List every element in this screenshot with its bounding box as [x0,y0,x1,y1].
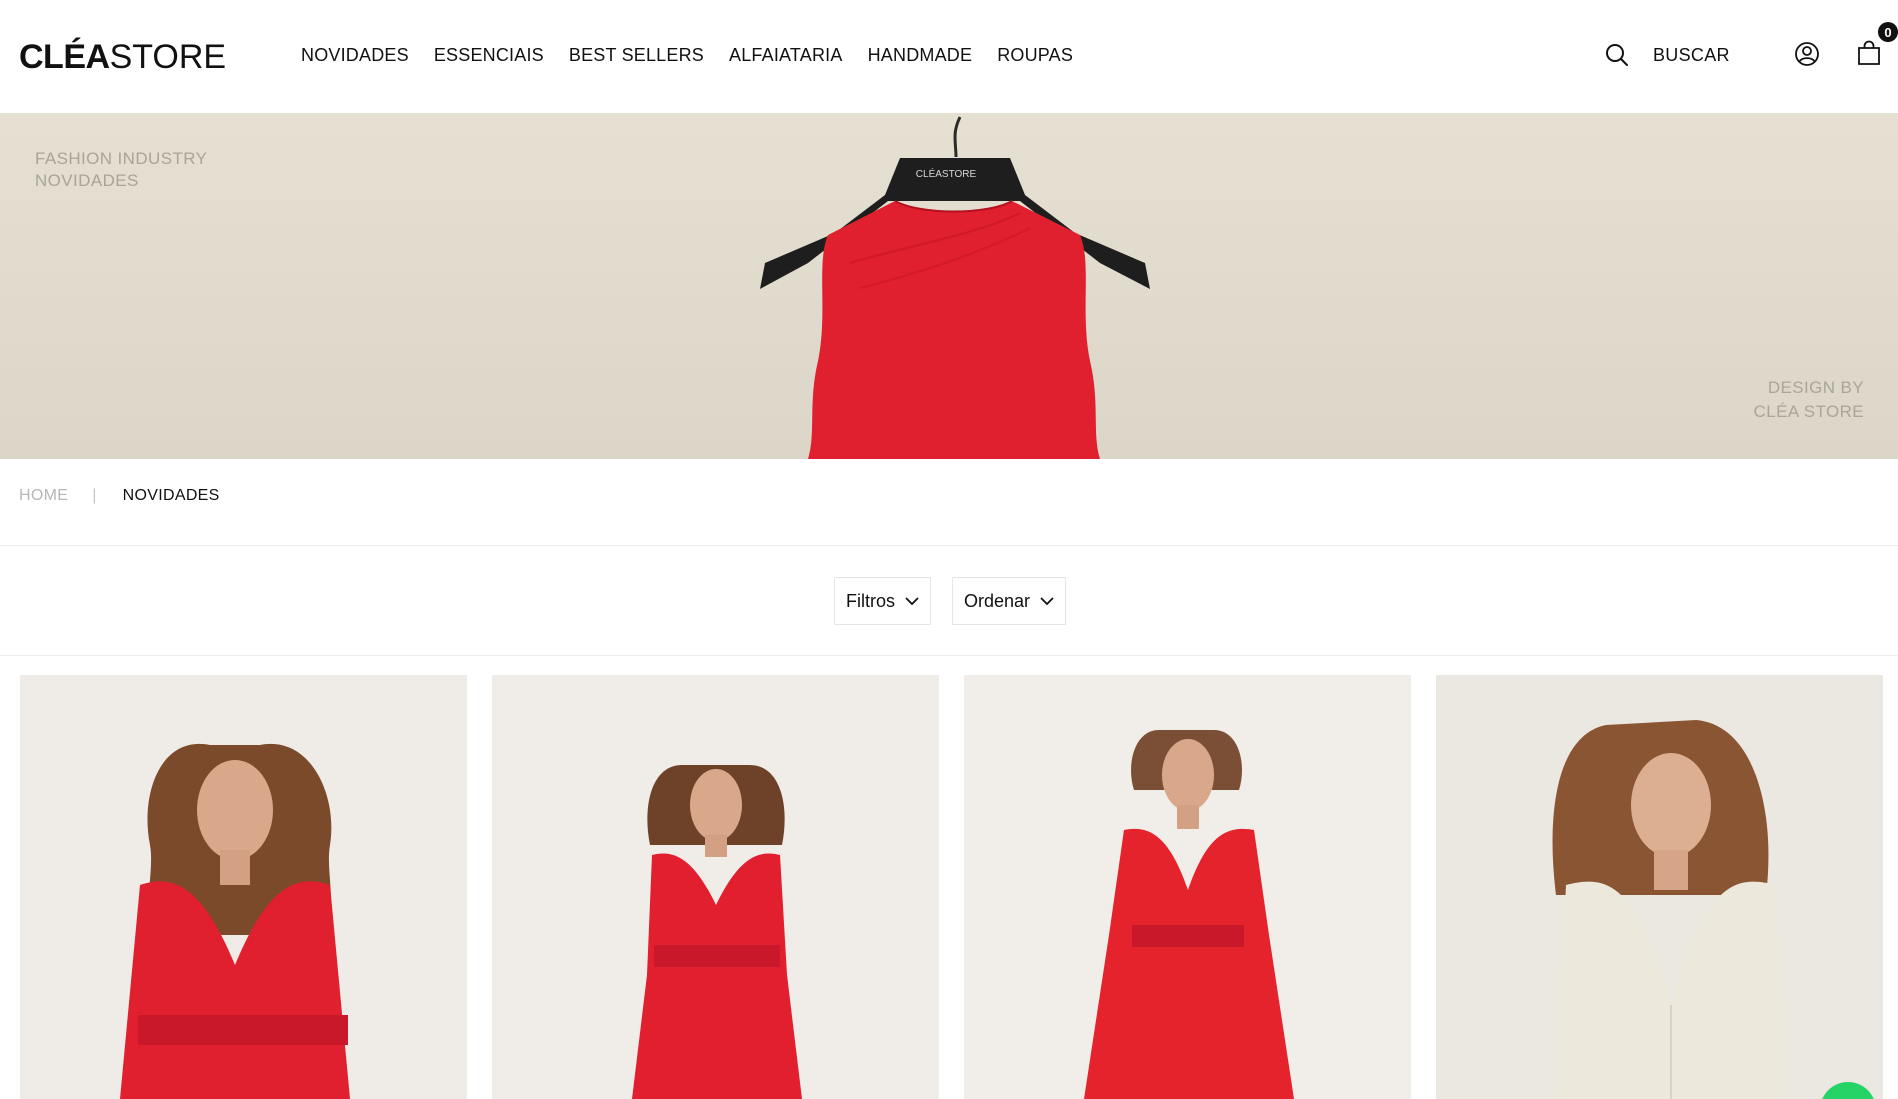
hero-tagline-line-1: FASHION INDUSTRY [35,149,208,168]
hero-tagline-line-2: NOVIDADES [35,171,139,190]
hero-product-image: CLÉASTORE [760,116,1150,459]
breadcrumb-home[interactable]: HOME [19,487,68,505]
product-image [1436,675,1883,1099]
product-card[interactable] [964,675,1411,1099]
site-header: CLÉA STORE NOVIDADES ESSENCIAIS BEST SELL… [0,0,1898,113]
main-nav: NOVIDADES ESSENCIAIS BEST SELLERS ALFAIA… [301,45,1098,66]
hanger-label: CLÉASTORE [916,167,977,180]
nav-item-novidades[interactable]: NOVIDADES [301,45,409,66]
product-card[interactable] [492,675,939,1099]
product-image [964,675,1411,1099]
divider-bottom [0,655,1898,656]
logo-part-clea: CLÉA [19,38,110,76]
sort-button-label: Ordenar [963,590,1031,611]
divider-top [0,545,1898,546]
product-image [492,675,939,1099]
breadcrumb: HOME | NOVIDADES [19,487,220,505]
account-icon[interactable] [1794,41,1820,67]
nav-item-handmade[interactable]: HANDMADE [868,45,973,66]
nav-item-best-sellers[interactable]: BEST SELLERS [569,45,704,66]
sort-button[interactable]: Ordenar [952,577,1066,625]
breadcrumb-current: NOVIDADES [122,487,220,504]
hero-tagline: FASHION INDUSTRY NOVIDADES [35,148,207,192]
nav-item-roupas[interactable]: ROUPAS [997,45,1073,66]
hero-credit: DESIGN BY CLÉA STORE [1754,376,1864,424]
cart-count-badge: 0 [1878,22,1898,42]
search-icon[interactable] [1604,42,1630,68]
breadcrumb-separator: | [92,487,97,504]
product-card[interactable] [20,675,467,1099]
hero-credit-line-2: CLÉA STORE [1753,402,1864,421]
shopping-bag-icon[interactable] [1856,40,1882,66]
nav-item-essenciais[interactable]: ESSENCIAIS [434,45,544,66]
search-button[interactable]: BUSCAR [1653,45,1730,66]
chevron-down-icon [905,596,919,605]
filter-button-label: Filtros [846,590,895,611]
product-image [20,675,467,1099]
product-card[interactable] [1436,675,1883,1099]
logo-part-store: STORE [109,38,227,76]
chevron-down-icon [1040,596,1054,605]
store-logo[interactable]: CLÉA STORE [19,38,227,76]
nav-item-alfaiataria[interactable]: ALFAIATARIA [729,45,843,66]
hero-credit-line-1: DESIGN BY [1767,378,1864,397]
hero-banner[interactable]: FASHION INDUSTRY NOVIDADES CLÉASTORE DES… [0,113,1898,459]
filter-button[interactable]: Filtros [834,577,931,625]
